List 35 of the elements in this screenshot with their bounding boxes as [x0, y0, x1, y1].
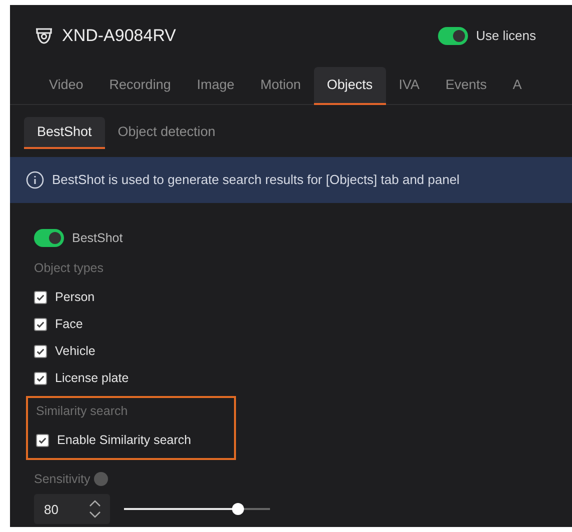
checkbox[interactable]: [34, 318, 47, 331]
checkbox[interactable]: [34, 344, 47, 358]
slider-thumb[interactable]: [232, 503, 244, 516]
tab[interactable]: Recording: [96, 67, 184, 105]
tab[interactable]: Motion: [247, 67, 314, 105]
tab[interactable]: Object detection: [104, 117, 228, 149]
checkbox-label: Person: [55, 288, 95, 306]
toggle-switch[interactable]: [438, 27, 468, 45]
checkbox-label: Enable Similarity search: [57, 432, 192, 449]
checkbox-label: License plate: [55, 370, 129, 387]
info-text: BestShot is used to generate search results for [Objects] tab and panel: [52, 171, 460, 190]
device-title: XND-A9084RV: [62, 25, 176, 48]
tab[interactable]: Image: [184, 67, 248, 105]
info-icon: [26, 171, 44, 189]
section-label: Object types: [34, 260, 104, 277]
help-icon: [94, 472, 108, 486]
checkbox[interactable]: [34, 372, 47, 385]
checkbox[interactable]: [34, 290, 47, 304]
field-label: Sensitivity: [34, 470, 90, 488]
toggle-label: BestShot: [72, 230, 123, 247]
checkbox[interactable]: [36, 434, 49, 446]
number-field[interactable]: 80: [34, 494, 110, 524]
tab[interactable]: Video: [36, 67, 96, 105]
spinner-arrows-icon: [88, 498, 102, 520]
tab[interactable]: Events: [432, 67, 500, 105]
checkbox-label: Vehicle: [55, 342, 96, 360]
checkbox-label: Face: [55, 316, 83, 333]
tab[interactable]: IVA: [386, 67, 432, 105]
section-label: Similarity search: [36, 402, 129, 420]
tab[interactable]: A: [500, 67, 535, 105]
toggle-label: Use licens: [476, 27, 536, 46]
tab[interactable]: BestShot: [24, 117, 105, 149]
toggle-switch[interactable]: [34, 229, 64, 247]
tab[interactable]: Objects: [314, 67, 386, 105]
camera-icon: [34, 27, 54, 45]
